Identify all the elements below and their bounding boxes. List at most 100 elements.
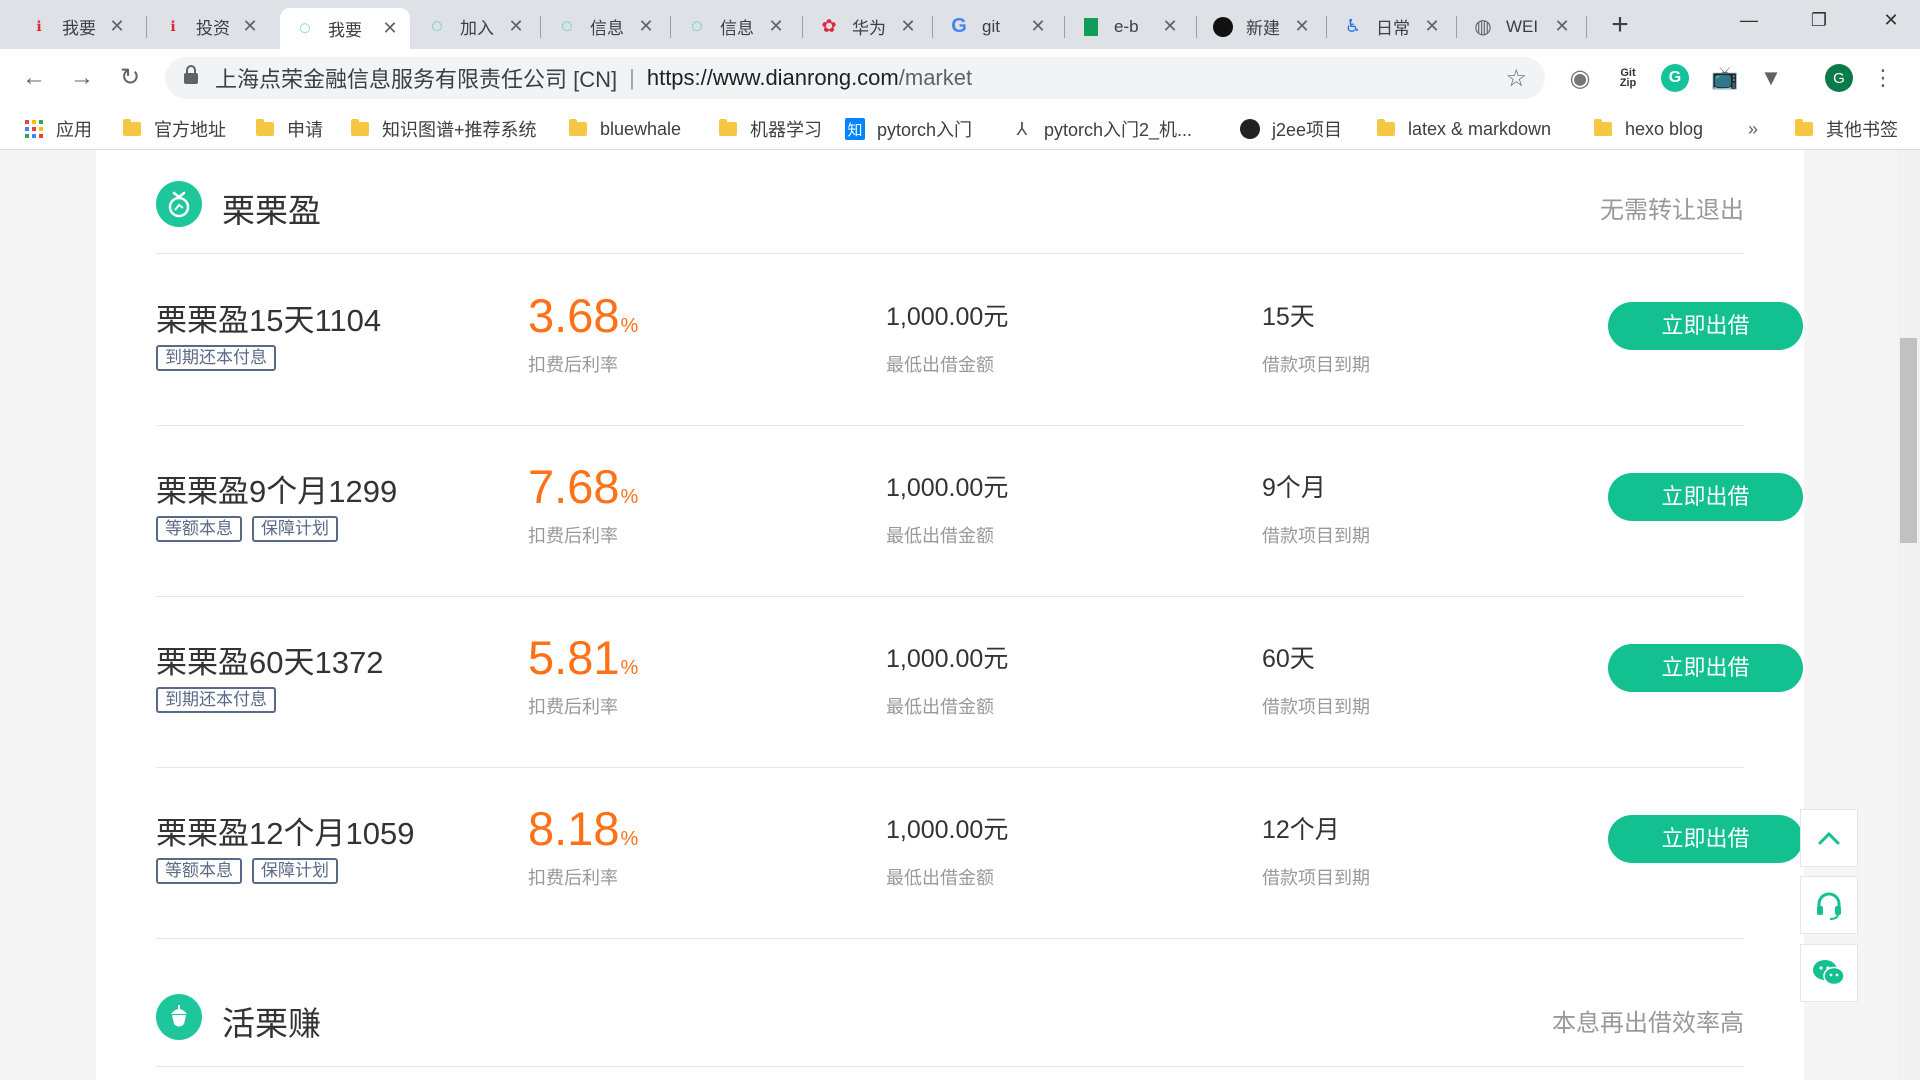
guarantee-tag: 保障计划 xyxy=(252,516,338,542)
rate-label: 扣费后利率 xyxy=(528,526,618,546)
bookmark-folder-other[interactable]: 其他书签 xyxy=(1794,115,1898,143)
bookmark-folder-official[interactable]: 官方地址 xyxy=(122,115,226,143)
close-icon[interactable]: ✕ xyxy=(1422,16,1442,37)
rate-label: 扣费后利率 xyxy=(528,697,618,717)
close-icon[interactable]: ✕ xyxy=(107,16,127,37)
term: 9个月 xyxy=(1262,474,1326,502)
diarong-red-icon: ℹ xyxy=(36,18,42,34)
folder-icon xyxy=(1794,119,1814,138)
lend-now-button[interactable]: 立即出借 xyxy=(1608,815,1803,863)
close-icon[interactable]: ✕ xyxy=(380,18,400,39)
guarantee-tag: 保障计划 xyxy=(252,858,338,884)
tab-9[interactable]: 新建 ✕ xyxy=(1198,8,1322,45)
bookmark-j2ee[interactable]: j2ee项目 xyxy=(1240,115,1342,143)
bookmarks-overflow-button[interactable]: » xyxy=(1748,115,1758,143)
restore-button[interactable]: ❐ xyxy=(1790,0,1848,42)
menu-kebab-icon[interactable]: ⋮ xyxy=(1868,63,1898,93)
bookmark-pytorch[interactable]: 知 pytorch入门 xyxy=(845,115,972,143)
scrollbar-thumb[interactable] xyxy=(1900,338,1917,543)
bookmark-folder-hexo[interactable]: hexo blog xyxy=(1593,115,1703,143)
close-icon[interactable]: ✕ xyxy=(898,16,918,37)
bookmark-folder-latex[interactable]: latex & markdown xyxy=(1376,115,1551,143)
profile-avatar[interactable]: G xyxy=(1824,63,1854,93)
bookmark-pytorch2[interactable]: ⅄ pytorch入门2_机... xyxy=(1012,115,1193,143)
extension-circle-icon[interactable]: ◉ xyxy=(1565,63,1595,93)
gitzip-icon[interactable]: Git Zip xyxy=(1613,63,1643,93)
interest-rate: 8.18% xyxy=(528,802,639,855)
tab-0[interactable]: ℹ 我要 ✕ xyxy=(14,8,137,45)
minimize-button[interactable]: — xyxy=(1720,0,1778,42)
min-amount: 1,000.00元 xyxy=(886,645,1009,673)
vue-devtools-icon[interactable]: ▼ xyxy=(1756,63,1786,93)
section-header-lilying: 栗栗盈 无需转让退出 xyxy=(156,150,1744,254)
lend-now-button[interactable]: 立即出借 xyxy=(1608,302,1803,350)
address-bar[interactable]: 上海点荣金融信息服务有限责任公司 [CN] | https://www.dian… xyxy=(165,57,1545,99)
close-icon[interactable]: ✕ xyxy=(766,16,786,37)
folder-icon xyxy=(1376,119,1396,138)
new-tab-button[interactable]: + xyxy=(1604,10,1636,42)
product-name[interactable]: 栗栗盈12个月1059 xyxy=(156,808,414,853)
bookmark-folder-bluewhale[interactable]: bluewhale xyxy=(568,115,681,143)
tab-4[interactable]: ◌ 信息 ✕ xyxy=(542,8,666,45)
back-to-top-button[interactable] xyxy=(1800,809,1858,867)
lend-now-button[interactable]: 立即出借 xyxy=(1608,473,1803,521)
close-icon[interactable]: ✕ xyxy=(506,16,526,37)
close-icon[interactable]: ✕ xyxy=(1028,16,1048,37)
page-viewport: 栗栗盈 无需转让退出 栗栗盈15天1104 到期还本付息 3.68% 扣费后利率… xyxy=(0,150,1920,1080)
page-scrollbar[interactable] xyxy=(1897,150,1920,1080)
close-icon[interactable]: ✕ xyxy=(1292,16,1312,37)
tab-8[interactable]: e-b ✕ xyxy=(1066,8,1190,45)
interest-rate: 7.68% xyxy=(528,460,639,513)
product-name[interactable]: 栗栗盈15天1104 xyxy=(156,295,381,340)
wechat-button[interactable] xyxy=(1800,944,1858,1002)
repayment-tag: 等额本息 xyxy=(156,516,242,542)
interest-rate: 3.68% xyxy=(528,289,639,342)
tab-3[interactable]: ◌ 加入 ✕ xyxy=(412,8,536,45)
term-label: 借款项目到期 xyxy=(1262,868,1370,888)
tab-7[interactable]: G git ✕ xyxy=(934,8,1058,45)
bilibili-icon[interactable]: 📺 xyxy=(1710,63,1740,93)
tab-5[interactable]: ◌ 信息 ✕ xyxy=(672,8,796,45)
book-icon xyxy=(1080,16,1102,38)
product-name[interactable]: 栗栗盈9个月1299 xyxy=(156,466,397,511)
url-host: https://www.dianrong.com xyxy=(646,65,899,90)
grammarly-icon[interactable]: G xyxy=(1660,63,1690,93)
min-amount-label: 最低出借金额 xyxy=(886,868,994,888)
headset-icon xyxy=(1817,892,1841,920)
product-name[interactable]: 栗栗盈60天1372 xyxy=(156,637,383,682)
reload-button[interactable]: ↻ xyxy=(114,62,146,94)
tab-1[interactable]: ℹ 投资 ✕ xyxy=(148,8,270,45)
chevron-up-icon xyxy=(1818,831,1840,845)
diarong-red-icon: ℹ xyxy=(170,18,176,34)
lock-icon xyxy=(183,65,203,91)
close-icon[interactable]: ✕ xyxy=(636,16,656,37)
min-amount: 1,000.00元 xyxy=(886,303,1009,331)
rate-label: 扣费后利率 xyxy=(528,355,618,375)
close-icon[interactable]: ✕ xyxy=(1160,16,1180,37)
customer-service-button[interactable] xyxy=(1800,876,1858,934)
window-close-button[interactable]: ✕ xyxy=(1862,0,1920,42)
folder-icon xyxy=(1593,119,1613,138)
bookmark-apps[interactable]: 应用 xyxy=(24,115,92,143)
close-icon[interactable]: ✕ xyxy=(240,16,260,37)
site-identity: 上海点荣金融信息服务有限责任公司 [CN] xyxy=(215,67,618,92)
close-icon[interactable]: ✕ xyxy=(1552,16,1572,37)
tab-6[interactable]: ✿ 华为 ✕ xyxy=(804,8,928,45)
tab-11[interactable]: ◍ WEI ✕ xyxy=(1458,8,1582,45)
bookmark-folder-kg[interactable]: 知识图谱+推荐系统 xyxy=(350,115,537,143)
back-button[interactable]: ← xyxy=(18,62,50,94)
min-amount-label: 最低出借金额 xyxy=(886,355,994,375)
bookmark-star-icon[interactable]: ☆ xyxy=(1505,64,1527,93)
bookmarks-bar: 应用 官方地址 申请 知识图谱+推荐系统 bluewhale 机器学习 知 py… xyxy=(0,107,1920,150)
product-card: 栗栗盈 无需转让退出 栗栗盈15天1104 到期还本付息 3.68% 扣费后利率… xyxy=(96,150,1804,1080)
tab-10[interactable]: ♿ 日常 ✕ xyxy=(1328,8,1452,45)
forward-button[interactable]: → xyxy=(66,62,98,94)
bookmark-folder-ml[interactable]: 机器学习 xyxy=(718,115,822,143)
min-amount-label: 最低出借金额 xyxy=(886,526,994,546)
min-amount: 1,000.00元 xyxy=(886,816,1009,844)
lend-now-button[interactable]: 立即出借 xyxy=(1608,644,1803,692)
tab-2-active[interactable]: ◌ 我要 ✕ xyxy=(280,8,410,49)
min-amount: 1,000.00元 xyxy=(886,474,1009,502)
product-row: 栗栗盈12个月1059 等额本息 保障计划 8.18% 扣费后利率 1,000.… xyxy=(156,768,1803,939)
bookmark-folder-apply[interactable]: 申请 xyxy=(255,115,323,143)
